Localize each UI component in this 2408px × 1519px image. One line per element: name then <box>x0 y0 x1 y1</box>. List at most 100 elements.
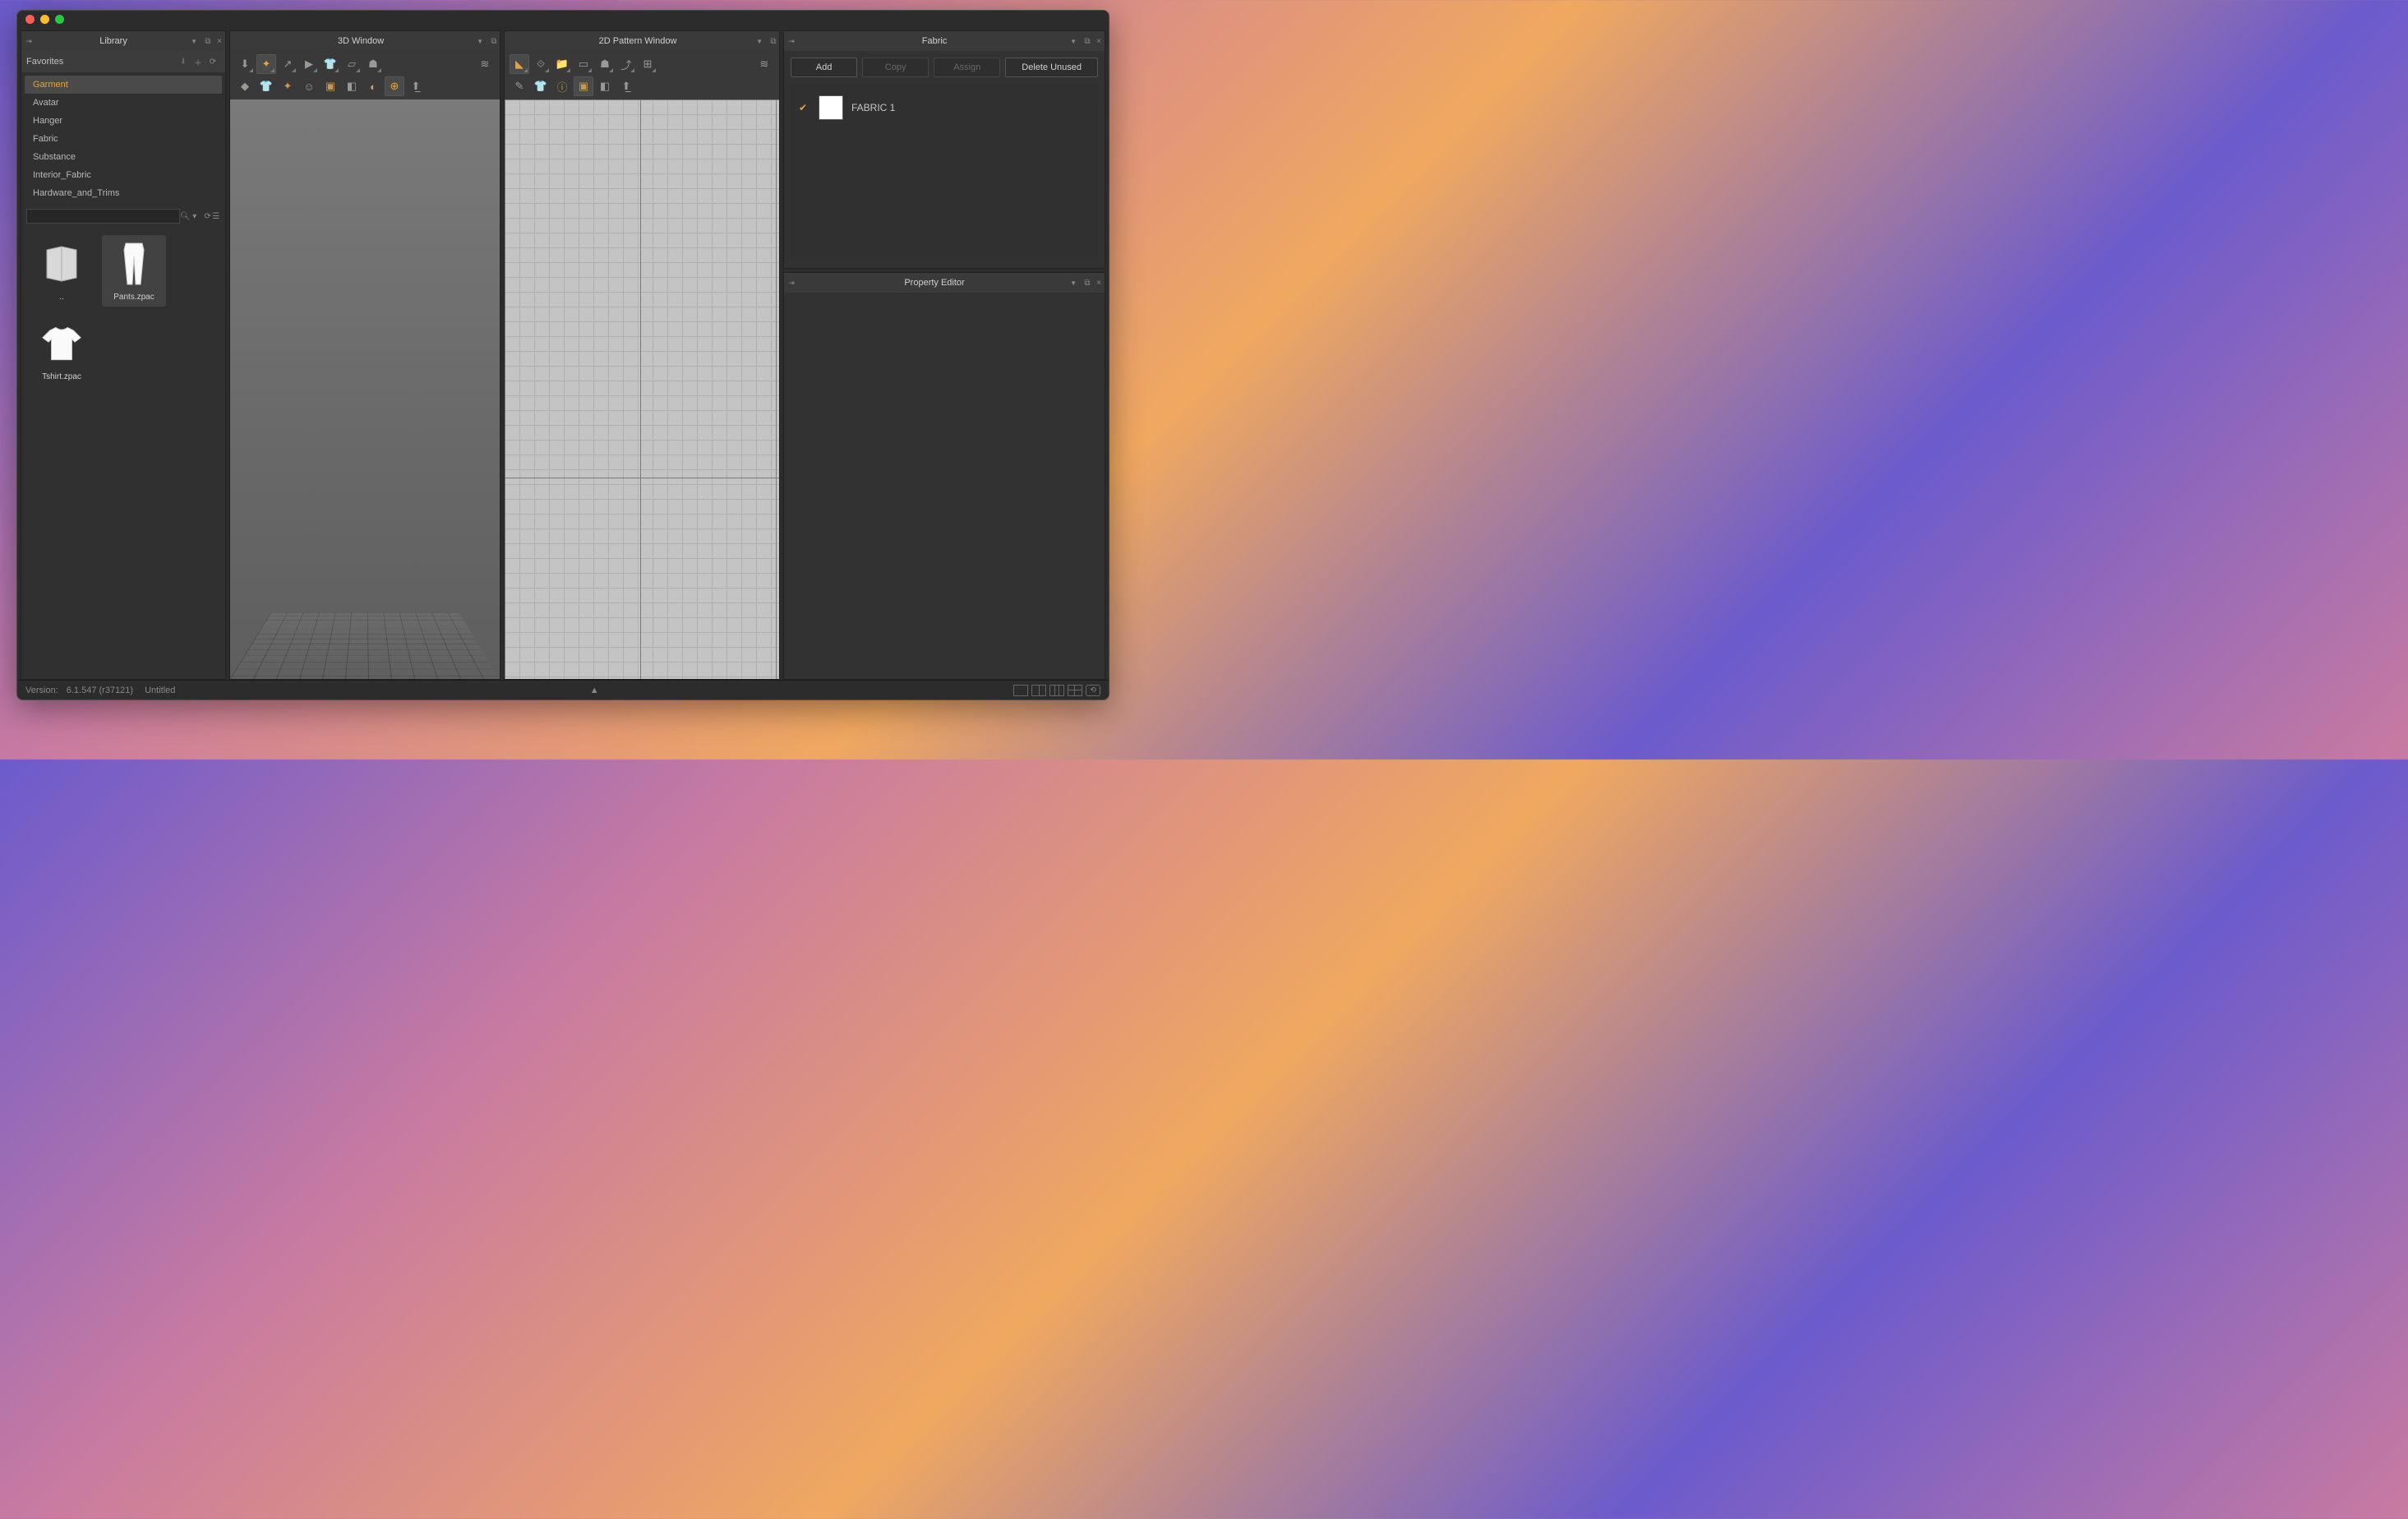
fabric-popout-icon[interactable]: ⧉ <box>1082 37 1093 46</box>
pin-tool[interactable]: ↗ <box>278 54 298 74</box>
show-grid-icon[interactable]: ⊕ <box>385 76 404 96</box>
layout-4-button[interactable] <box>1068 685 1082 696</box>
show-garment-icon[interactable]: ◆ <box>235 76 255 96</box>
fabric-close-icon[interactable]: × <box>1093 37 1105 46</box>
version-label: Version: <box>25 686 58 695</box>
fold-tool[interactable]: ▱ <box>342 54 362 74</box>
category-item-fabric[interactable]: Fabric <box>25 130 222 148</box>
garment-tool[interactable]: 👕 <box>321 54 340 74</box>
show-texture-icon[interactable]: ▣ <box>321 76 340 96</box>
property-pin-icon[interactable]: ⇥ <box>784 279 799 288</box>
version-value: 6.1.547 (r37121) <box>67 686 133 695</box>
layout-reset-button[interactable]: ⟲ <box>1086 685 1100 696</box>
filter-icon[interactable]: ▾ <box>191 209 199 224</box>
seam-tool[interactable]: ☗ <box>595 54 615 74</box>
refresh-files-icon[interactable]: ⟳ <box>204 209 212 224</box>
property-menu-dropdown[interactable]: ▼ <box>1070 279 1077 287</box>
show-skin-icon[interactable]: ◐ <box>363 76 383 96</box>
download-icon[interactable]: ⭳ <box>176 54 191 69</box>
library-menu-dropdown[interactable]: ▼ <box>191 38 197 45</box>
category-item-substance[interactable]: Substance <box>25 148 222 166</box>
2d-menu-dropdown[interactable]: ▼ <box>756 38 763 45</box>
library-close-icon[interactable]: × <box>214 37 225 46</box>
avatar-tool[interactable]: ☗ <box>363 54 383 74</box>
2d-panel-header: 2D Pattern Window ▼ ⧉ <box>505 31 779 51</box>
fabric-panel-header: ⇥ Fabric ▼ ⧉ × <box>784 31 1105 51</box>
copy-fabric-button[interactable]: Copy <box>862 58 929 77</box>
minimize-window-button[interactable] <box>40 15 49 24</box>
fabric-title: Fabric <box>799 36 1070 46</box>
layers-icon[interactable]: ≋ <box>475 54 495 74</box>
show-avatar-icon[interactable]: ☺ <box>299 76 319 96</box>
property-panel-header: ⇥ Property Editor ▼ ⧉ × <box>784 273 1105 293</box>
statusbar-expand-icon[interactable]: ▲ <box>590 686 599 695</box>
simulate-tool[interactable]: ⬇ <box>235 54 255 74</box>
3d-floor-grid <box>230 612 500 679</box>
assign-fabric-button[interactable]: Assign <box>934 58 1000 77</box>
library-title: Library <box>36 36 191 46</box>
2d-export-icon[interactable]: ⬆̲ <box>616 76 636 96</box>
show-pattern-icon[interactable]: ✎ <box>510 76 529 96</box>
pin-icon[interactable]: ⇥ <box>21 37 36 46</box>
show-2d-texture-icon[interactable]: ▣ <box>574 76 593 96</box>
folder-tool[interactable]: 📁 <box>552 54 572 74</box>
fabric-item[interactable]: ✔FABRIC 1 <box>794 92 1095 123</box>
layout-3-button[interactable] <box>1049 685 1064 696</box>
2d-layers-icon[interactable]: ≋ <box>754 54 774 74</box>
search-icon[interactable]: 🔍︎ <box>180 209 191 224</box>
delete-unused-button[interactable]: Delete Unused <box>1005 58 1098 77</box>
file-item[interactable]: .. <box>30 235 94 307</box>
export-icon[interactable]: ⬆̲ <box>406 76 426 96</box>
3d-toolbar: ⬇ ✦ ↗ ▶ 👕 ▱ ☗ ≋ ◆ 👕 ✦ ☺ <box>230 51 500 99</box>
category-item-hanger[interactable]: Hanger <box>25 112 222 130</box>
category-item-hardware_and_trims[interactable]: Hardware_and_Trims <box>25 184 222 202</box>
property-editor-body <box>784 293 1105 679</box>
trace-tool[interactable]: ▭ <box>574 54 593 74</box>
add-favorite-icon[interactable]: ＋ <box>191 54 205 69</box>
library-search-input[interactable] <box>26 209 180 224</box>
property-close-icon[interactable]: × <box>1093 279 1105 288</box>
transform-tool[interactable]: ⟐ <box>531 54 551 74</box>
file-item[interactable]: Pants.zpac <box>102 235 166 307</box>
layout-2-button[interactable] <box>1031 685 1046 696</box>
edit-pattern-tool[interactable]: ◣ <box>510 54 529 74</box>
3d-viewport[interactable] <box>230 99 500 679</box>
sew-tool[interactable]: ⤴ <box>616 54 636 74</box>
category-item-garment[interactable]: Garment <box>25 76 222 94</box>
property-popout-icon[interactable]: ⧉ <box>1082 279 1093 288</box>
category-item-avatar[interactable]: Avatar <box>25 94 222 112</box>
pants-thumbnail <box>113 240 155 288</box>
add-fabric-button[interactable]: Add <box>791 58 857 77</box>
2d-popout-icon[interactable]: ⧉ <box>768 37 779 46</box>
fabric-pin-icon[interactable]: ⇥ <box>784 37 799 46</box>
close-window-button[interactable] <box>25 15 35 24</box>
list-view-icon[interactable]: ☰ <box>212 209 220 224</box>
show-particles-icon[interactable]: ✦ <box>278 76 298 96</box>
layout-1-button[interactable] <box>1013 685 1028 696</box>
2d-viewport[interactable] <box>505 99 779 679</box>
fabric-name: FABRIC 1 <box>851 102 895 113</box>
file-label: Pants.zpac <box>113 293 154 302</box>
tshirt-thumbnail <box>41 320 82 367</box>
3d-popout-icon[interactable]: ⧉ <box>488 37 500 46</box>
status-bar: Version: 6.1.547 (r37121) Untitled ▲ ⟲ <box>17 680 1109 699</box>
grid-tool[interactable]: ⊞ <box>638 54 657 74</box>
library-panel-header: ⇥ Library ▼ ⧉ × <box>21 31 225 51</box>
fabric-list: ✔FABRIC 1 <box>791 84 1098 261</box>
show-info-icon[interactable]: ⓘ <box>552 76 572 96</box>
show-2d-garment-icon[interactable]: 👕 <box>531 76 551 96</box>
category-item-interior_fabric[interactable]: Interior_Fabric <box>25 166 222 184</box>
3d-menu-dropdown[interactable]: ▼ <box>477 38 483 45</box>
show-tshirt-icon[interactable]: 👕 <box>256 76 276 96</box>
refresh-icon[interactable]: ⟳ <box>205 54 220 69</box>
library-popout-icon[interactable]: ⧉ <box>202 37 214 46</box>
file-item[interactable]: Tshirt.zpac <box>30 315 94 386</box>
show-baseline-icon[interactable]: ◧ <box>595 76 615 96</box>
select-move-tool[interactable]: ✦ <box>256 54 276 74</box>
maximize-window-button[interactable] <box>55 15 64 24</box>
window-controls <box>25 15 64 24</box>
folder-up-thumbnail <box>41 240 82 288</box>
arrange-tool[interactable]: ▶ <box>299 54 319 74</box>
fabric-menu-dropdown[interactable]: ▼ <box>1070 38 1077 45</box>
show-arrangement-icon[interactable]: ◧ <box>342 76 362 96</box>
